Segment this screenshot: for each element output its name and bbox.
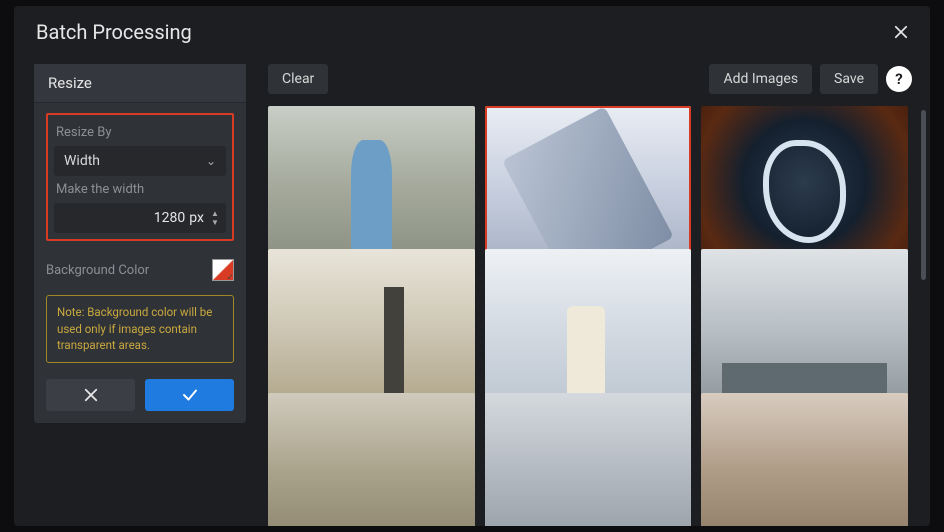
add-images-button[interactable]: Add Images [709,64,812,94]
bg-color-note: Note: Background color will be used only… [46,295,234,363]
cancel-button[interactable] [46,379,135,411]
confirm-button[interactable] [145,379,234,411]
help-button[interactable]: ? [886,66,912,92]
image-tile[interactable] [485,393,692,526]
resize-highlighted-block: Resize By Width ⌄ Make the width 1280 px… [46,113,234,241]
thumbnail-placeholder [763,140,846,243]
clear-button[interactable]: Clear [268,64,328,94]
width-value: 1280 [154,210,185,226]
modal-header: Batch Processing [14,6,930,54]
width-unit: px [189,210,204,226]
width-input[interactable]: 1280 px ▲ ▼ [54,203,226,233]
scrollbar-thumb[interactable] [921,110,926,280]
resize-by-select[interactable]: Width ⌄ [54,146,226,176]
resize-panel-title: Resize [34,64,246,103]
content-toolbar: Clear Add Images Save ? [268,64,912,94]
save-button[interactable]: Save [820,64,878,94]
sidebar: Resize Resize By Width ⌄ Make the width … [14,54,258,526]
image-tile[interactable] [268,393,475,526]
stepper-down-icon[interactable]: ▼ [210,219,220,227]
batch-processing-modal: Batch Processing Resize Resize By Width … [14,6,930,526]
bg-color-swatch[interactable] [212,259,234,281]
chevron-down-icon: ⌄ [206,154,216,168]
thumbnail-placeholder [567,306,604,401]
bg-color-label: Background Color [46,263,149,278]
resize-by-label: Resize By [50,125,230,144]
resize-by-value: Width [64,153,100,169]
make-width-label: Make the width [50,182,230,201]
image-tile[interactable] [701,393,908,526]
modal-title: Batch Processing [36,20,192,44]
close-icon [892,23,910,41]
check-icon [181,386,199,404]
width-stepper[interactable]: ▲ ▼ [210,210,220,227]
close-button[interactable] [890,21,912,43]
resize-panel: Resize Resize By Width ⌄ Make the width … [34,64,246,423]
thumbnail-placeholder [351,140,392,254]
stepper-up-icon[interactable]: ▲ [210,210,220,218]
bg-color-row: Background Color [34,251,246,281]
resize-form: Resize By Width ⌄ Make the width 1280 px… [34,113,246,241]
cancel-icon [82,386,100,404]
content-area: Clear Add Images Save ? 2729 x 2729 → 12… [258,54,930,526]
image-grid: 2729 x 2729 → 1280 x 12802725 x 2725 → 1… [268,106,912,526]
modal-body: Resize Resize By Width ⌄ Make the width … [14,54,930,526]
panel-button-row [34,363,246,411]
thumbnail-placeholder [384,287,405,401]
